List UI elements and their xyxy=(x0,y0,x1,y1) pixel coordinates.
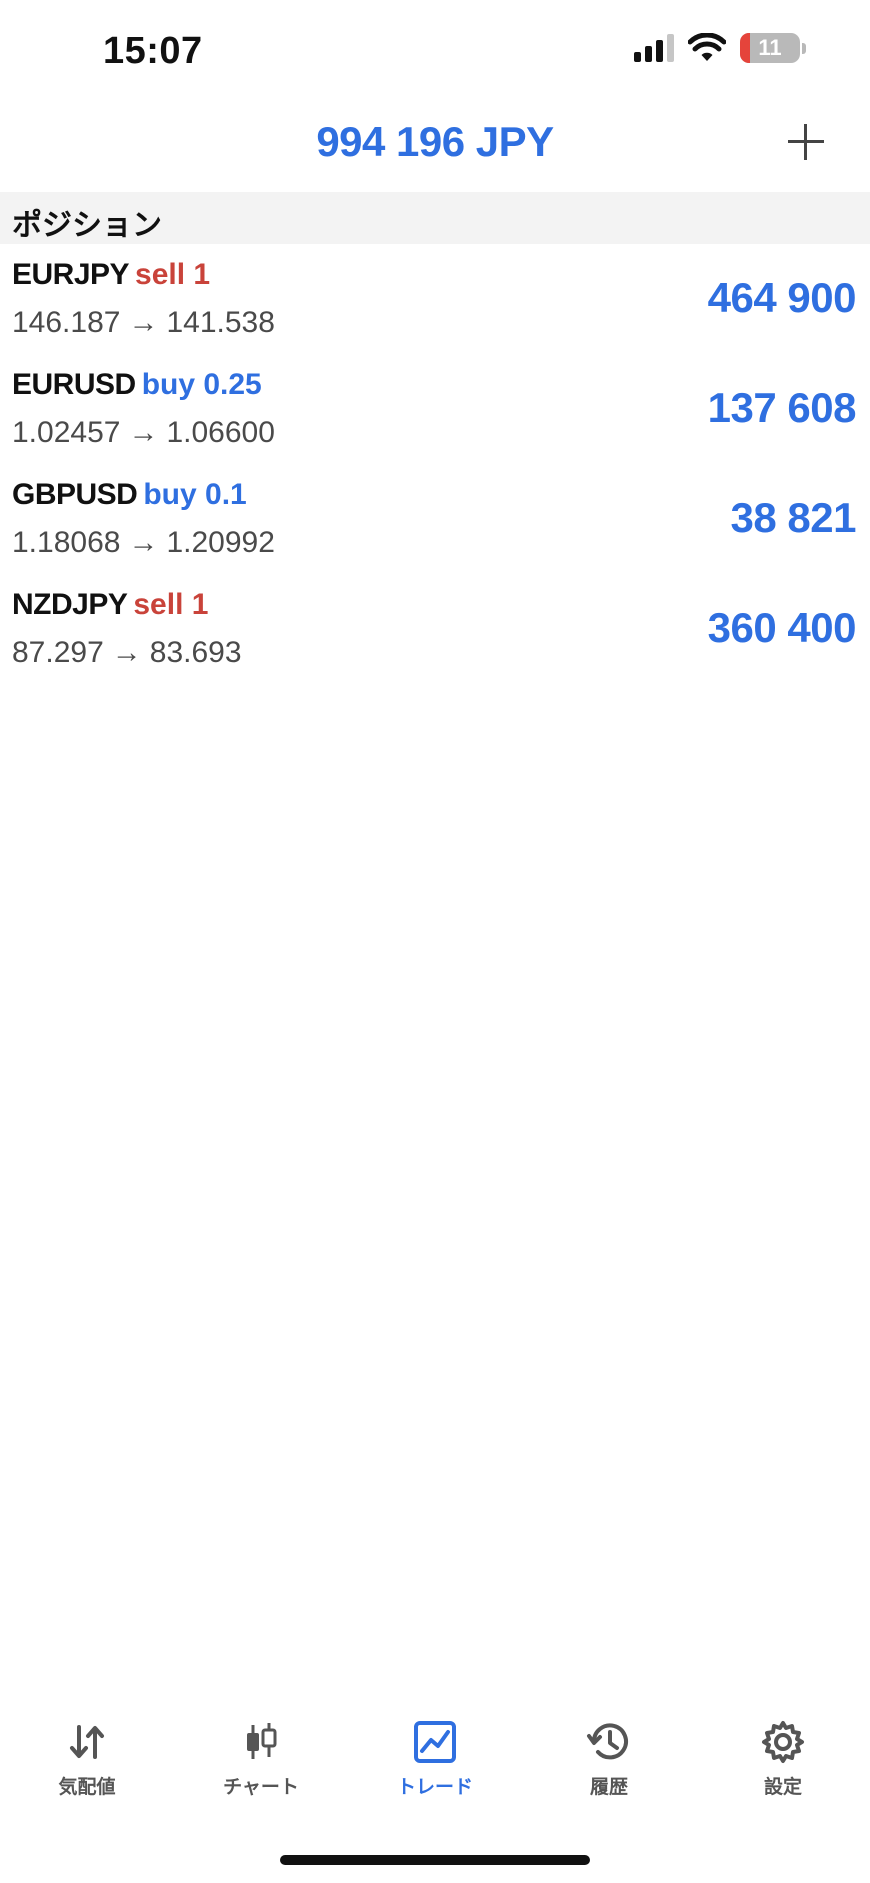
position-symbol: GBPUSD xyxy=(12,478,138,511)
current-price: 1.20992 xyxy=(166,526,275,559)
position-profit: 464 900 xyxy=(707,274,857,321)
home-indicator[interactable] xyxy=(280,1855,590,1865)
arrow-right-icon: → xyxy=(128,526,159,559)
positions-section-header: ポジション xyxy=(0,192,870,244)
battery-icon: 11 xyxy=(740,33,800,63)
arrow-right-icon: → xyxy=(111,636,142,669)
cellular-signal-icon xyxy=(634,34,674,62)
tab-label: 設定 xyxy=(763,1777,802,1798)
tab-label: トレード xyxy=(396,1777,473,1798)
battery-cap xyxy=(802,42,806,54)
position-action: sell 1 xyxy=(133,588,209,621)
positions-list: EURJPY sell 1 146.187 → 141.538 464 900 EUR… xyxy=(0,244,870,684)
tab-chart[interactable]: チャート xyxy=(174,1718,348,1818)
account-balance: 994 196 JPY xyxy=(316,118,554,165)
current-price: 83.693 xyxy=(149,636,242,669)
position-symbol: EURUSD xyxy=(12,368,136,401)
gear-icon xyxy=(759,1718,807,1766)
position-profit: 137 608 xyxy=(707,384,857,431)
position-row[interactable]: EURUSD buy 0.25 1.02457 → 1.06600 137 608 xyxy=(0,354,870,464)
position-profit: 38 821 xyxy=(730,494,857,541)
position-action: buy 0.1 xyxy=(143,478,247,511)
add-order-button[interactable] xyxy=(782,118,830,166)
tab-settings[interactable]: 設定 xyxy=(696,1718,870,1818)
tab-trade[interactable]: トレード xyxy=(348,1718,522,1818)
quotes-arrows-icon xyxy=(63,1718,111,1766)
section-title: ポジション xyxy=(12,209,162,242)
open-price: 1.02457 xyxy=(12,416,121,449)
tab-label: チャート xyxy=(223,1777,299,1798)
position-row[interactable]: EURJPY sell 1 146.187 → 141.538 464 900 xyxy=(0,244,870,354)
status-bar: 15:07 11 xyxy=(0,0,870,100)
current-price: 141.538 xyxy=(166,306,275,339)
status-time: 15:07 xyxy=(103,30,203,72)
history-clock-icon xyxy=(585,1718,633,1766)
position-profit: 360 400 xyxy=(707,604,857,651)
position-action: sell 1 xyxy=(135,258,211,291)
open-price: 146.187 xyxy=(12,306,121,339)
candlestick-chart-icon xyxy=(237,1718,285,1766)
tab-history[interactable]: 履歴 xyxy=(522,1718,696,1818)
header: 994 196 JPY xyxy=(0,100,870,192)
tab-label: 履歴 xyxy=(589,1777,628,1798)
tab-bar: 気配値 チャート トレード 履歴 設定 xyxy=(0,1718,870,1818)
tab-quotes[interactable]: 気配値 xyxy=(0,1718,174,1818)
wifi-icon xyxy=(688,33,726,61)
position-symbol: EURJPY xyxy=(12,258,130,291)
position-action: buy 0.25 xyxy=(141,368,262,401)
battery-level: 11 xyxy=(758,35,782,60)
open-price: 1.18068 xyxy=(12,526,121,559)
arrow-right-icon: → xyxy=(128,416,159,449)
arrow-right-icon: → xyxy=(128,306,159,339)
position-row[interactable]: NZDJPY sell 1 87.297 → 83.693 360 400 xyxy=(0,574,870,684)
trade-chart-icon xyxy=(411,1718,459,1766)
open-price: 87.297 xyxy=(12,636,104,669)
position-row[interactable]: GBPUSD buy 0.1 1.18068 → 1.20992 38 821 xyxy=(0,464,870,574)
tab-label: 気配値 xyxy=(58,1777,116,1798)
position-symbol: NZDJPY xyxy=(12,588,128,621)
status-icons: 11 xyxy=(634,33,806,63)
current-price: 1.06600 xyxy=(166,416,275,449)
